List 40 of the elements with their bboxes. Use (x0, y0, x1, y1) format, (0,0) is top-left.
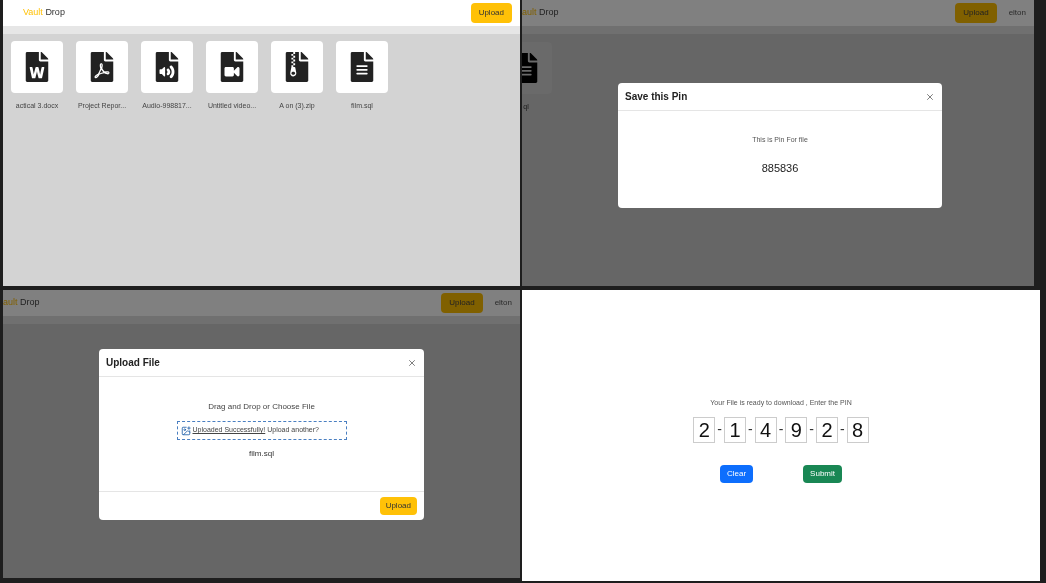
clear-button[interactable]: Clear (720, 464, 754, 483)
pin-digit-field[interactable]: 2 (693, 416, 716, 443)
username[interactable]: elton (1008, 7, 1026, 19)
pin-separator: - (840, 420, 845, 440)
file-card[interactable] (76, 41, 128, 93)
file-card[interactable] (206, 41, 258, 93)
close-icon[interactable] (925, 91, 935, 102)
username[interactable]: elton (494, 297, 512, 309)
upload-button[interactable]: Upload (470, 3, 512, 23)
word-file-icon (25, 52, 49, 82)
video-file-icon (220, 52, 244, 82)
pin-digit-field[interactable]: 8 (846, 416, 869, 443)
pdf-file-icon (90, 52, 114, 82)
image-upload-icon (180, 425, 191, 436)
pin-separator: - (748, 420, 753, 440)
brand-logo[interactable]: ault Drop (522, 6, 559, 20)
file-card[interactable] (11, 41, 63, 93)
dialog-title: Upload File (106, 356, 160, 370)
pin-separator: - (809, 420, 814, 440)
pin-digit-field[interactable]: 2 (816, 416, 838, 443)
brand-logo[interactable]: ault Drop (3, 296, 40, 310)
dialog-title: Save this Pin (625, 90, 688, 104)
file-name: film.sql (249, 448, 274, 460)
submit-button[interactable]: Submit (803, 464, 842, 483)
pin-digit-field[interactable]: 9 (785, 416, 808, 443)
file-card[interactable] (336, 41, 388, 93)
pin-code: 885836 (761, 160, 799, 176)
close-icon[interactable] (407, 357, 417, 368)
drop-prompt: Drag and Drop or Choose File (208, 401, 315, 413)
text-file-icon (350, 52, 374, 82)
file-card[interactable] (141, 41, 193, 93)
file-card[interactable] (271, 41, 323, 93)
upload-button[interactable]: Upload (379, 497, 417, 515)
zip-file-icon (285, 52, 309, 82)
pin-separator: - (778, 420, 784, 440)
brand-logo[interactable]: Vault Drop (23, 6, 65, 20)
pin-digit-field[interactable]: 4 (754, 416, 777, 443)
pin-digit-field[interactable]: 1 (724, 416, 746, 443)
pin-separator: - (717, 420, 722, 440)
audio-file-icon (155, 52, 179, 82)
